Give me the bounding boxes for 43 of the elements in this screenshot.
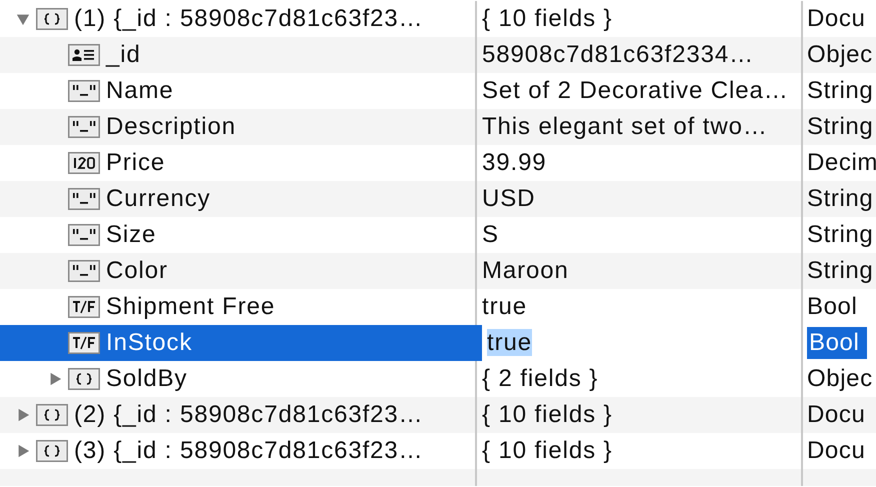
quotes-icon	[68, 224, 100, 246]
value-cell-text: Maroon	[482, 257, 569, 285]
quotes-icon	[68, 188, 100, 210]
quotes-icon	[68, 116, 100, 138]
quotes-icon	[68, 260, 100, 282]
id-card-icon	[68, 44, 100, 66]
type-cell-text: Bool	[807, 293, 858, 321]
value-cell-text: This elegant set of two…	[482, 113, 768, 141]
type-cell-text: Docu	[807, 401, 866, 429]
type-cell-text: String	[807, 185, 874, 213]
type-cell-text: String	[807, 113, 874, 141]
value-cell-text: 58908c7d81c63f2334…	[482, 41, 754, 69]
expand-triangle-icon[interactable]	[48, 372, 62, 386]
value-cell-text: Set of 2 Decorative Clea…	[482, 77, 789, 105]
value-cell-text: S	[482, 221, 499, 249]
value-cell-text: { 10 fields }	[482, 437, 612, 465]
value-cell-text: { 10 fields }	[482, 5, 612, 33]
type-cell-text: Objec	[807, 41, 873, 69]
value-cell-text: { 2 fields }	[482, 365, 598, 393]
braces-icon	[36, 404, 68, 426]
type-cell-text: String	[807, 257, 874, 285]
key-cell[interactable]: InStock	[0, 325, 477, 361]
type-cell-text: String	[807, 77, 874, 105]
braces-icon	[36, 8, 68, 30]
type-cell-text: Docu	[807, 5, 866, 33]
collapse-triangle-icon[interactable]	[16, 12, 30, 26]
braces-icon	[36, 440, 68, 462]
quotes-icon	[68, 80, 100, 102]
true-false-icon	[68, 332, 100, 354]
value-input-field[interactable]: true	[487, 327, 532, 359]
value-cell-text: USD	[482, 185, 536, 213]
true-false-icon	[68, 296, 100, 318]
expand-triangle-icon[interactable]	[16, 444, 30, 458]
number-icon	[68, 152, 100, 174]
braces-icon	[68, 368, 100, 390]
type-cell-text: Objec	[807, 365, 873, 393]
type-cell-text: Bool	[807, 327, 868, 359]
expand-triangle-icon[interactable]	[16, 408, 30, 422]
value-cell-text: { 10 fields }	[482, 401, 612, 429]
type-cell-text: String	[807, 221, 874, 249]
value-cell-text: 39.99	[482, 149, 547, 177]
type-cell-text: Docu	[807, 437, 866, 465]
value-cell-text: true	[482, 293, 527, 321]
